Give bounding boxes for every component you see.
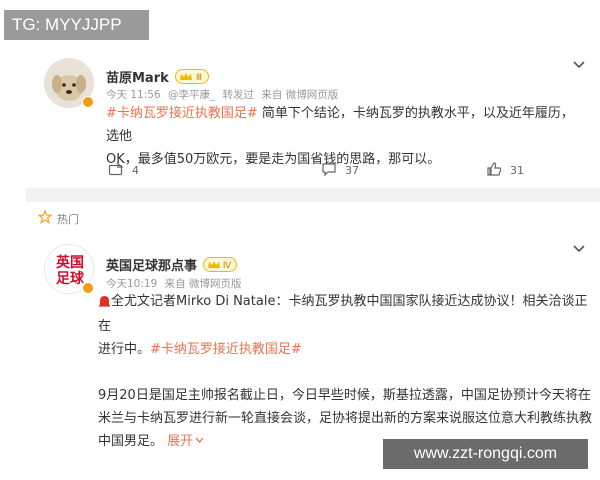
repost-icon: [108, 162, 124, 179]
weibo-post-2: 热门 英国 足球 英国足球那点事 Ⅳ 今天10:19 来自 微博网页版 全尤文记…: [26, 202, 600, 449]
chevron-down-icon[interactable]: [572, 244, 586, 254]
hot-section-label: 热门: [37, 209, 79, 227]
tg-watermark: TG: MYYJJPP: [4, 10, 149, 40]
hashtag-link[interactable]: #卡纳瓦罗接近执教国足#: [150, 342, 302, 357]
svg-text:英国: 英国: [55, 254, 84, 271]
chevron-down-icon[interactable]: [572, 60, 586, 70]
post-source: 来自 微博网页版: [164, 278, 242, 290]
post-time[interactable]: 今天10:19: [106, 278, 157, 290]
author-name[interactable]: 苗原Mark: [106, 67, 169, 86]
verified-badge-icon: [82, 282, 94, 294]
hashtag-link[interactable]: #卡纳瓦罗接近执教国足#: [106, 106, 258, 121]
expand-link[interactable]: 展开: [167, 434, 204, 449]
svg-text:Ⅳ: Ⅳ: [223, 261, 232, 271]
like-icon: [486, 162, 502, 179]
svg-text:Ⅲ: Ⅲ: [196, 73, 202, 83]
chevron-down-icon: [195, 437, 204, 443]
verified-badge-icon: [82, 96, 94, 108]
hot-icon: [37, 209, 53, 227]
svg-text:足球: 足球: [56, 270, 85, 287]
alarm-icon: [98, 292, 111, 315]
action-bar: 4 37 31: [26, 158, 600, 180]
post-meta: 今天 11:56 @李平康_ 转发过 来自 微博网页版: [106, 87, 342, 102]
author-name[interactable]: 英国足球那点事: [106, 255, 197, 274]
post-text: 全尤文记者Mirko Di Natale：卡纳瓦罗执教中国国家队接近达成协议！相…: [98, 292, 593, 449]
post-separator: [26, 188, 600, 202]
comment-button[interactable]: 37: [321, 162, 359, 179]
via-user[interactable]: @李平康_: [168, 89, 215, 101]
post-meta: 今天10:19 来自 微博网页版: [106, 276, 245, 291]
post-source: 来自 微博网页版: [261, 89, 339, 101]
comment-icon: [321, 162, 337, 179]
vip-crown-icon[interactable]: Ⅳ: [203, 257, 238, 272]
site-watermark: www.zzt-rongqi.com: [383, 439, 588, 469]
vip-crown-icon[interactable]: Ⅲ: [174, 69, 209, 84]
via-suffix: 转发过: [222, 89, 255, 101]
weibo-post-1: 苗原Mark Ⅲ 今天 11:56 @李平康_ 转发过 来自 微博网页版 #卡纳…: [26, 50, 600, 188]
like-button[interactable]: 31: [486, 162, 524, 179]
repost-button[interactable]: 4: [108, 162, 139, 179]
post-time[interactable]: 今天 11:56: [106, 89, 161, 101]
